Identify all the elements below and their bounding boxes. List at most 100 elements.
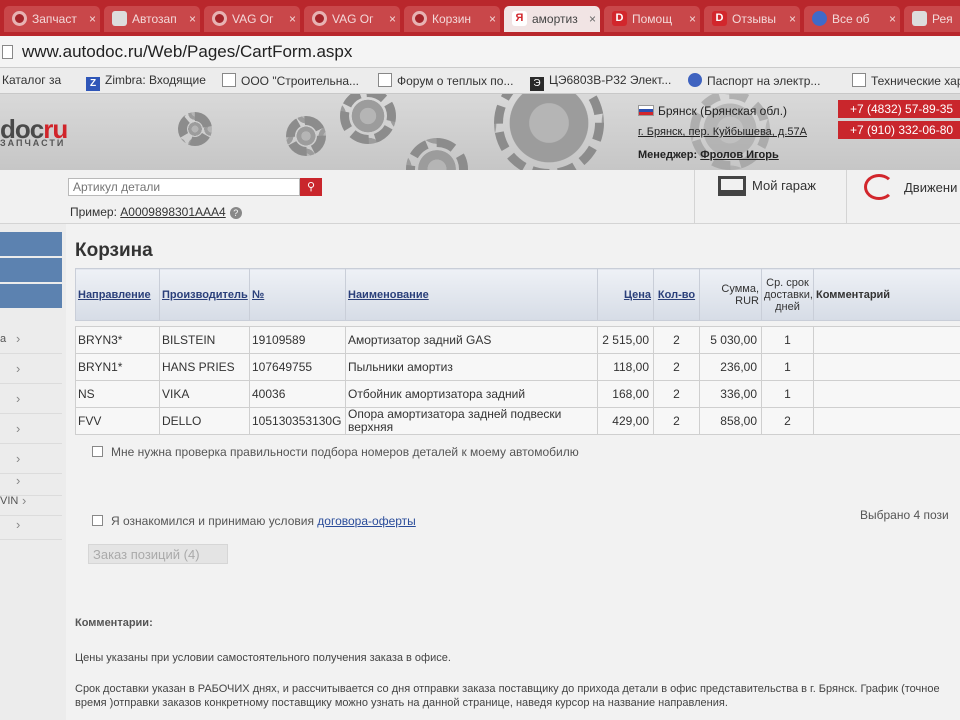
table-row[interactable]: NS VIKA 40036 Отбойник амортизатора задн… (75, 380, 960, 408)
url-field[interactable]: www.autodoc.ru/Web/Pages/CartForm.aspx (22, 42, 352, 62)
column-header-name[interactable]: Наименование (345, 268, 598, 321)
sidebar-item[interactable]: › (0, 384, 62, 414)
browser-tab-active[interactable]: Я амортиз × (504, 6, 600, 32)
order-button[interactable]: Заказ позиций (4) (88, 544, 228, 564)
cell-comment[interactable] (813, 380, 960, 408)
bookmark-item[interactable]: ООО "Строительна... (222, 73, 359, 88)
cell-qty[interactable]: 2 (653, 353, 700, 381)
sidebar-item[interactable]: › (0, 414, 62, 444)
terms-label: Я ознакомился и принимаю условия (111, 514, 314, 528)
cell-manufacturer: VIKA (159, 380, 250, 408)
browser-tab[interactable]: D Отзывы × (704, 6, 800, 32)
cell-qty[interactable]: 2 (653, 407, 700, 435)
sidebar-tab[interactable] (0, 284, 62, 308)
column-header-direction[interactable]: Направление (75, 268, 160, 321)
region-selector[interactable]: Брянск (Брянская обл.) (638, 104, 787, 118)
chevron-right-icon: › (22, 493, 27, 508)
bookmark-item[interactable]: Э ЦЭ6803В-Р32 Элект... (530, 73, 671, 91)
close-icon[interactable]: × (789, 6, 796, 32)
cell-comment[interactable] (813, 407, 960, 435)
column-header-price[interactable]: Цена (597, 268, 654, 321)
table-row[interactable]: BRYN3* BILSTEIN 19109589 Амортизатор зад… (75, 326, 960, 354)
sidebar-tab[interactable] (0, 232, 62, 256)
terms-checkbox[interactable] (92, 515, 103, 526)
example-part-link[interactable]: A0009898301AAA4 (120, 205, 225, 219)
sidebar: а › › › › › › VIN › › (0, 224, 66, 720)
column-header-comment: Комментарий (813, 268, 960, 321)
browser-tab[interactable]: VAG Ог × (204, 6, 300, 32)
part-number-search-input[interactable] (68, 178, 300, 196)
cell-price: 429,00 (597, 407, 654, 435)
sort-name-link[interactable]: Наименование (348, 289, 429, 301)
sidebar-item-label: а (0, 333, 7, 345)
close-icon[interactable]: × (689, 6, 696, 32)
cell-number: 105130353130G (249, 407, 346, 435)
close-icon[interactable]: × (889, 6, 896, 32)
search-button[interactable]: ⚲ (300, 178, 322, 196)
bookmark-item[interactable]: Z Zimbra: Входящие (86, 73, 206, 91)
column-header-qty[interactable]: Кол-во (653, 268, 700, 321)
browser-tab[interactable]: Автозап × (104, 6, 200, 32)
sort-direction-link[interactable]: Направление (78, 289, 151, 301)
sidebar-item[interactable]: а › (0, 324, 62, 354)
cell-number: 40036 (249, 380, 346, 408)
cell-qty[interactable]: 2 (653, 380, 700, 408)
close-icon[interactable]: × (589, 6, 596, 32)
order-movement-link[interactable]: Движени (864, 174, 957, 200)
sort-price-link[interactable]: Цена (624, 289, 651, 301)
close-icon[interactable]: × (189, 6, 196, 32)
table-row[interactable]: FVV DELLO 105130353130G Опора амортизато… (75, 407, 960, 435)
bookmark-item[interactable]: Технические хар (852, 73, 960, 88)
comment-note: Срок доставки указан в РАБОЧИХ днях, и р… (75, 683, 940, 709)
offer-contract-link[interactable]: договора-оферты (317, 514, 415, 528)
verify-parts-checkbox-row[interactable]: Мне нужна проверка правильности подбора … (92, 445, 579, 459)
page-icon (912, 11, 927, 26)
close-icon[interactable]: × (489, 6, 496, 32)
my-garage-link[interactable]: Мой гараж (718, 176, 816, 196)
cell-comment[interactable] (813, 326, 960, 354)
column-header-number[interactable]: № (249, 268, 346, 321)
sidebar-item[interactable]: › (0, 510, 62, 540)
browser-tab[interactable]: Корзин × (404, 6, 500, 32)
manager-name-link[interactable]: Фролов Игорь (700, 149, 778, 161)
table-row[interactable]: BRYN1* HANS PRIES 107649755 Пыльники амо… (75, 353, 960, 381)
browser-tab[interactable]: D Помощ × (604, 6, 700, 32)
cell-delivery: 1 (761, 326, 814, 354)
browser-tab[interactable]: Рея (904, 6, 960, 32)
chevron-right-icon: › (16, 517, 21, 532)
sidebar-item[interactable]: › (0, 354, 62, 384)
cell-comment[interactable] (813, 353, 960, 381)
gear-icon (412, 11, 427, 26)
sort-number-link[interactable]: № (252, 289, 264, 301)
verify-parts-checkbox[interactable] (92, 446, 103, 457)
column-header-manufacturer[interactable]: Производитель (159, 268, 250, 321)
bookmark-label: Технические хар (871, 74, 960, 88)
chevron-right-icon: › (16, 331, 21, 346)
phone-number[interactable]: +7 (4832) 57-89-35 (838, 100, 960, 118)
sort-manufacturer-link[interactable]: Производитель (162, 289, 248, 301)
bookmark-label: ЦЭ6803В-Р32 Элект... (549, 73, 672, 87)
cell-manufacturer: DELLO (159, 407, 250, 435)
cell-sum: 336,00 (699, 380, 762, 408)
help-icon[interactable]: ? (229, 207, 242, 219)
sidebar-tab[interactable] (0, 258, 62, 282)
bookmark-item[interactable]: Каталог за (2, 73, 61, 87)
cell-name: Амортизатор задний GAS (345, 326, 598, 354)
close-icon[interactable]: × (289, 6, 296, 32)
tab-label: VAG Ог (232, 12, 274, 26)
zimbra-icon: Z (86, 77, 100, 91)
office-address-link[interactable]: г. Брянск, пер. Куйбышева, д.57А (638, 126, 807, 138)
close-icon[interactable]: × (389, 6, 396, 32)
manager-label: Менеджер: (638, 149, 698, 161)
comments-title: Комментарии: (75, 617, 153, 629)
cell-qty[interactable]: 2 (653, 326, 700, 354)
terms-checkbox-row[interactable]: Я ознакомился и принимаю условия договор… (92, 514, 416, 528)
close-icon[interactable]: × (89, 6, 96, 32)
browser-tab[interactable]: VAG Ог × (304, 6, 400, 32)
bookmark-item[interactable]: Форум о теплых по... (378, 73, 513, 88)
browser-tab[interactable]: Запчаст × (4, 6, 100, 32)
phone-number[interactable]: +7 (910) 332-06-80 (838, 121, 960, 139)
bookmark-item[interactable]: Паспорт на электр... (688, 73, 820, 88)
sort-qty-link[interactable]: Кол-во (658, 289, 695, 301)
browser-tab[interactable]: Все об × (804, 6, 900, 32)
